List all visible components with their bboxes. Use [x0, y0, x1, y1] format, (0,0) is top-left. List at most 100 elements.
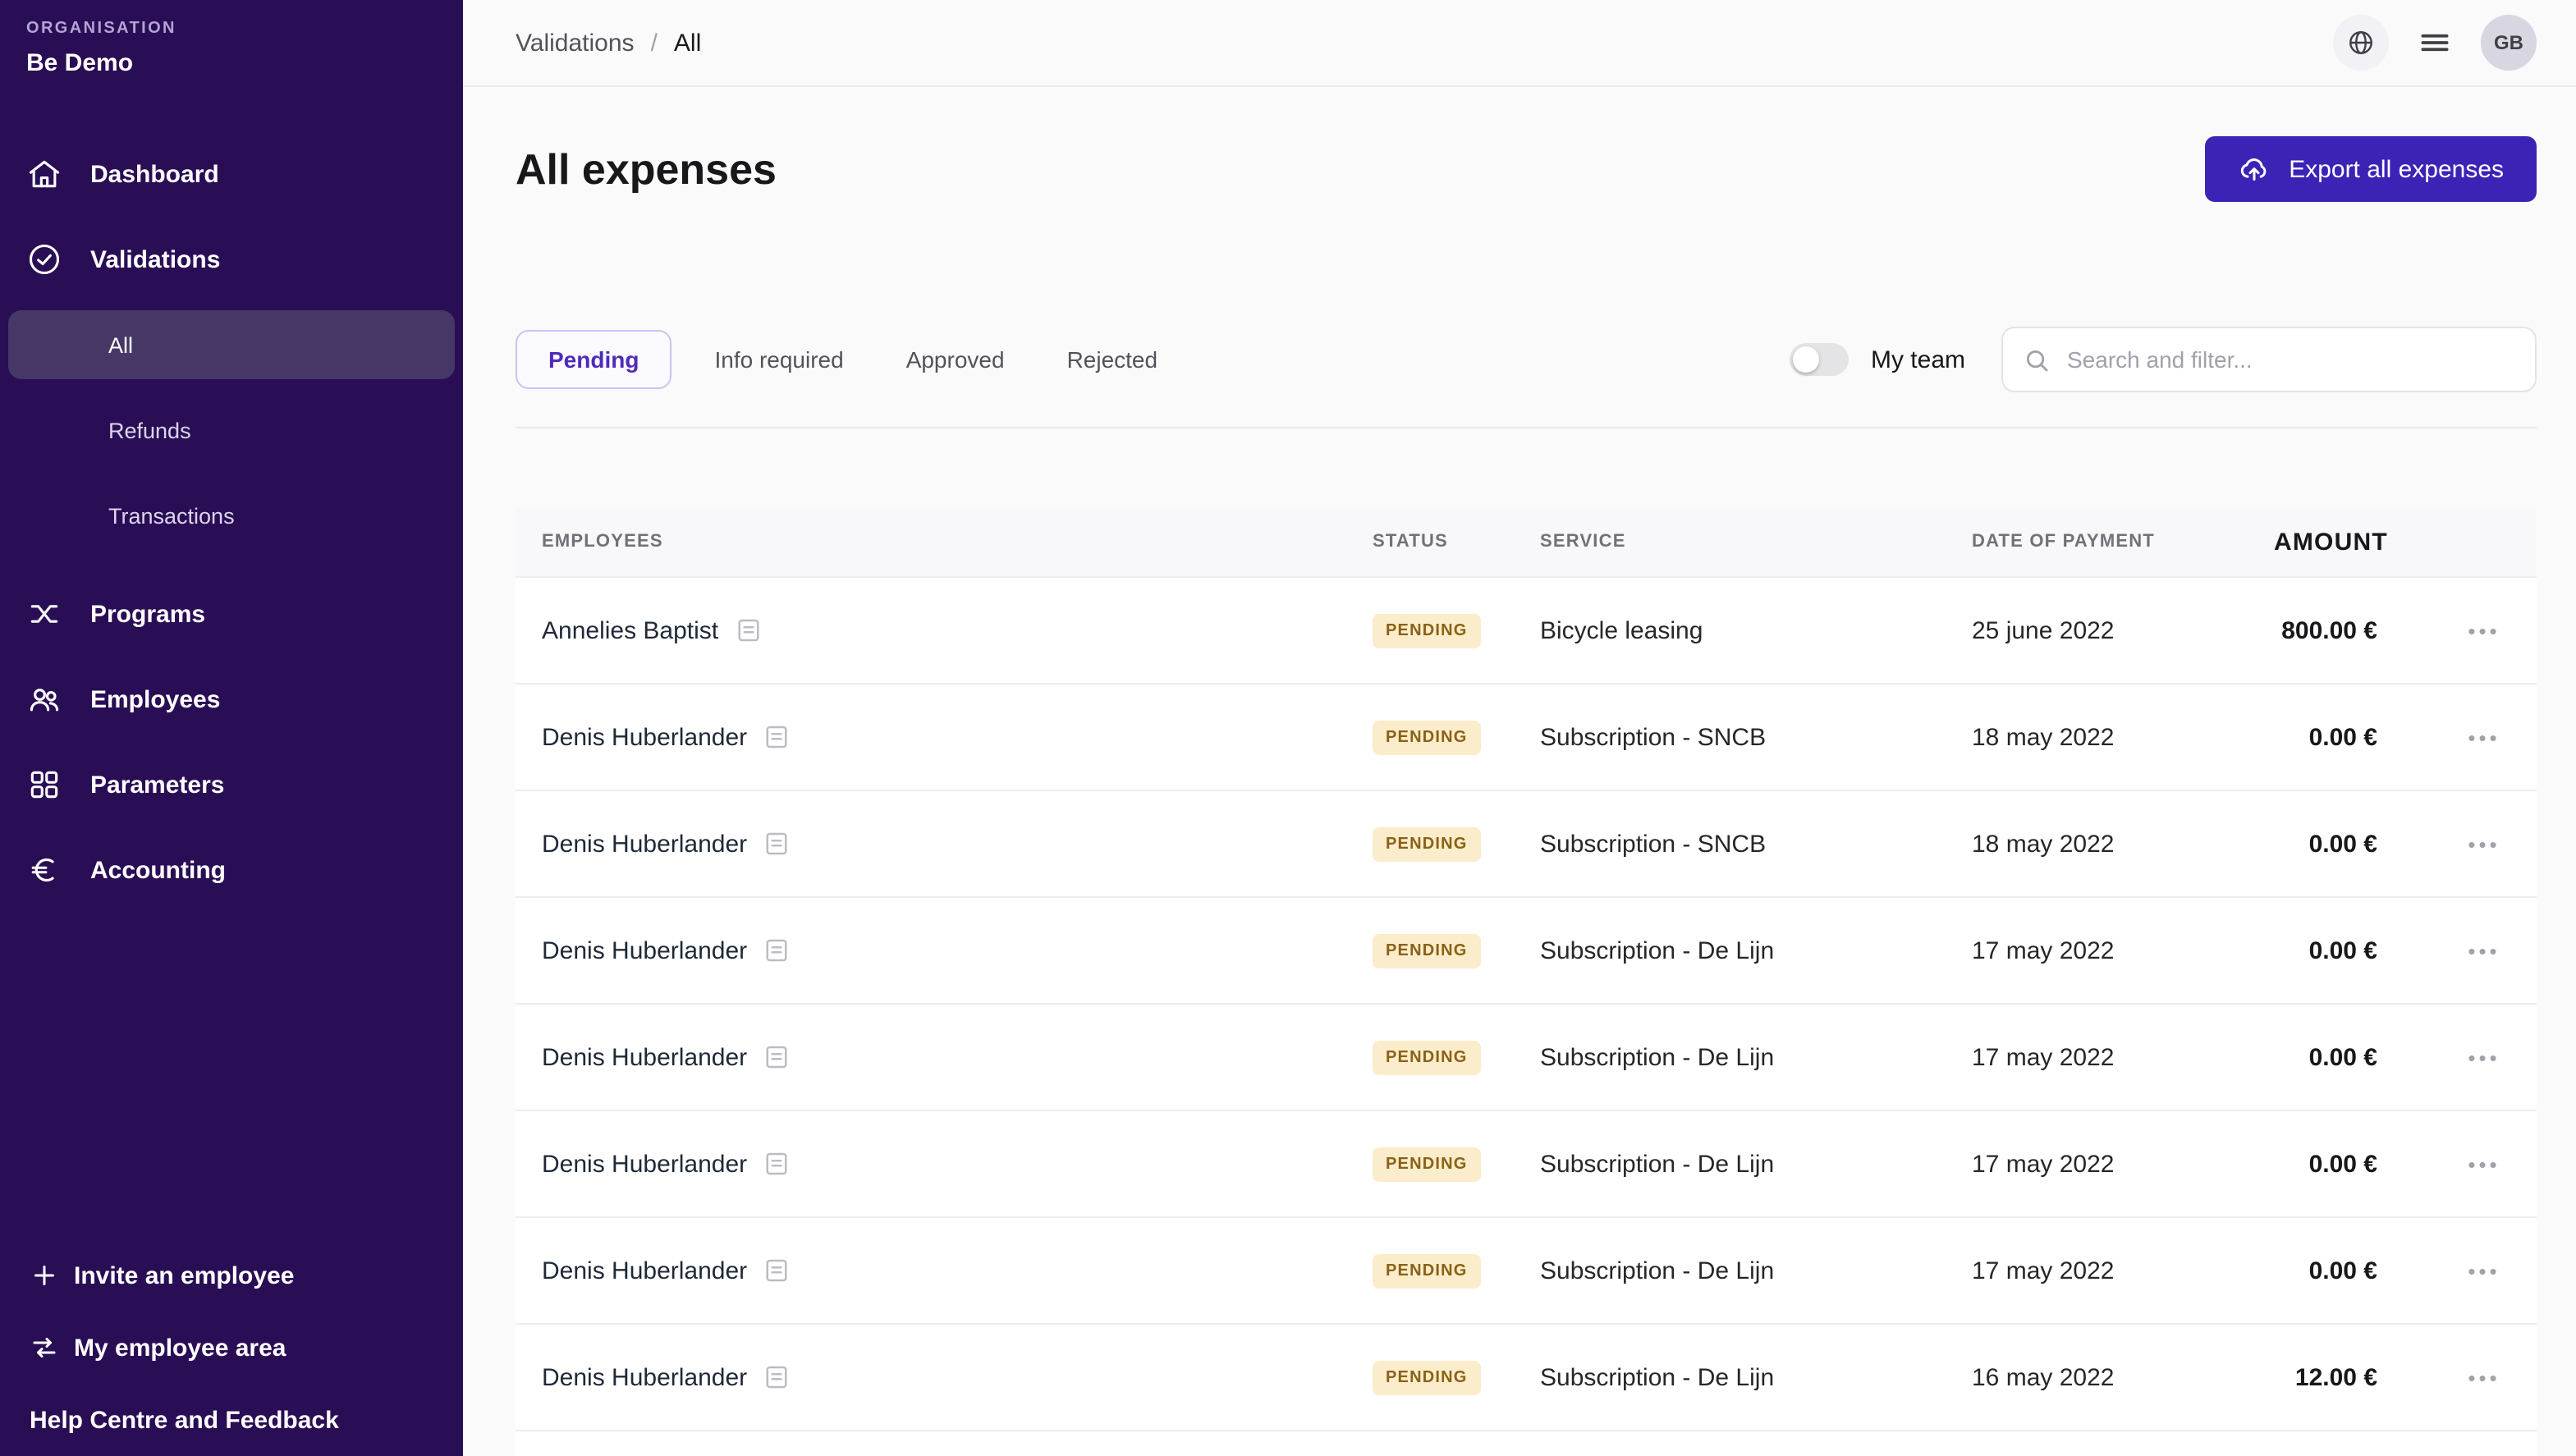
avatar[interactable]: GB [2481, 15, 2537, 71]
receipt-icon[interactable] [733, 616, 763, 645]
actions-cell: ••• [2432, 620, 2537, 641]
table-row[interactable]: Denis Huberlander PENDING Subscription -… [516, 1003, 2537, 1110]
column-header-service: Service [1514, 532, 1946, 552]
receipt-icon[interactable] [762, 829, 791, 858]
table-row[interactable]: Annelies Baptist PENDING Bicycle leasing… [516, 576, 2537, 683]
sidebar-item-parameters[interactable]: Parameters [0, 742, 463, 827]
date-cell: 17 may 2022 [1946, 1257, 2274, 1284]
my-team-toggle[interactable] [1790, 343, 1849, 376]
table-body: Annelies Baptist PENDING Bicycle leasing… [516, 576, 2537, 1430]
amount-cell: 12.00 € [2274, 1363, 2432, 1391]
employee-name: Denis Huberlander [542, 1257, 747, 1284]
breadcrumb-validations[interactable]: Validations [516, 29, 635, 57]
sidebar-item-all[interactable]: All [8, 310, 455, 379]
receipt-icon[interactable] [762, 1149, 791, 1179]
invite-employee-label: Invite an employee [74, 1261, 294, 1289]
employee-name: Annelies Baptist [542, 616, 718, 644]
amount-cell: 0.00 € [2274, 723, 2432, 751]
status-cell: PENDING [1346, 933, 1514, 968]
topbar-actions: GB [2333, 15, 2537, 71]
invite-employee-button[interactable]: Invite an employee [0, 1239, 463, 1312]
menu-hamburger-icon[interactable] [2417, 25, 2453, 61]
export-all-expenses-button[interactable]: Export all expenses [2205, 136, 2537, 202]
tab-approved[interactable]: Approved [906, 346, 1005, 373]
employee-name: Denis Huberlander [542, 1363, 747, 1391]
tab-info-required[interactable]: Info required [714, 346, 843, 373]
cloud-upload-icon [2238, 153, 2271, 185]
table-row[interactable]: Denis Huberlander PENDING Subscription -… [516, 1110, 2537, 1216]
row-actions-kebab-icon[interactable]: ••• [2468, 1046, 2500, 1068]
help-centre-button[interactable]: Help Centre and Feedback [0, 1384, 463, 1456]
breadcrumb-current: All [674, 29, 701, 57]
employee-name: Denis Huberlander [542, 1150, 747, 1178]
actions-cell: ••• [2432, 726, 2537, 748]
amount-cell: 0.00 € [2274, 1257, 2432, 1284]
table-row[interactable]: Denis Huberlander PENDING Subscription -… [516, 1216, 2537, 1323]
help-centre-label: Help Centre and Feedback [30, 1406, 339, 1434]
actions-cell: ••• [2432, 940, 2537, 961]
sidebar-item-label: Programs [90, 600, 205, 628]
toggle-knob [1794, 346, 1820, 373]
tab-pending[interactable]: Pending [516, 330, 672, 389]
status-cell: PENDING [1346, 826, 1514, 861]
programs-icon [26, 596, 62, 632]
language-globe-button[interactable] [2333, 15, 2389, 71]
employee-cell: Denis Huberlander [516, 1256, 1346, 1285]
row-actions-kebab-icon[interactable]: ••• [2468, 833, 2500, 854]
row-actions-kebab-icon[interactable]: ••• [2468, 620, 2500, 641]
date-cell: 17 may 2022 [1946, 936, 2274, 964]
employee-cell: Denis Huberlander [516, 936, 1346, 965]
actions-cell: ••• [2432, 833, 2537, 854]
tab-rejected[interactable]: Rejected [1067, 346, 1158, 373]
status-badge: PENDING [1373, 1360, 1481, 1394]
receipt-icon[interactable] [762, 1256, 791, 1285]
filter-row: Pending Info required Approved Rejected … [516, 327, 2537, 392]
sidebar-item-programs[interactable]: Programs [0, 571, 463, 657]
table-row[interactable]: Denis Huberlander PENDING Subscription -… [516, 896, 2537, 1003]
status-badge: PENDING [1373, 1040, 1481, 1074]
row-actions-kebab-icon[interactable]: ••• [2468, 726, 2500, 748]
table-row[interactable]: Denis Huberlander PENDING Subscription -… [516, 683, 2537, 790]
organisation-block: ORGANISATION Be Demo [0, 0, 463, 77]
filter-right: My team [1790, 327, 2537, 392]
table-row[interactable]: Denis Huberlander PENDING Subscription -… [516, 790, 2537, 896]
my-employee-area-button[interactable]: My employee area [0, 1312, 463, 1384]
row-actions-kebab-icon[interactable]: ••• [2468, 1153, 2500, 1174]
receipt-icon[interactable] [762, 722, 791, 752]
sidebar-item-label: Employees [90, 685, 220, 713]
switch-arrows-icon [30, 1333, 59, 1362]
employee-name: Denis Huberlander [542, 936, 747, 964]
page-header: All expenses Export all expenses [516, 136, 2537, 202]
row-actions-kebab-icon[interactable]: ••• [2468, 940, 2500, 961]
employee-cell: Denis Huberlander [516, 1362, 1346, 1392]
service-cell: Subscription - SNCB [1514, 830, 1946, 858]
amount-cell: 800.00 € [2274, 616, 2432, 644]
receipt-icon[interactable] [762, 1042, 791, 1072]
row-actions-kebab-icon[interactable]: ••• [2468, 1260, 2500, 1281]
table-row[interactable]: Denis Huberlander PENDING Subscription -… [516, 1323, 2537, 1430]
service-cell: Subscription - SNCB [1514, 723, 1946, 751]
actions-cell: ••• [2432, 1260, 2537, 1281]
sidebar-item-dashboard[interactable]: Dashboard [0, 131, 463, 217]
receipt-icon[interactable] [762, 1362, 791, 1392]
employee-cell: Denis Huberlander [516, 722, 1346, 752]
expenses-table: Employees Status Service Date of payment… [516, 507, 2537, 1456]
search-input[interactable] [2064, 345, 2515, 374]
sidebar-footer: Invite an employee My employee area Help… [0, 1239, 463, 1456]
row-actions-kebab-icon[interactable]: ••• [2468, 1367, 2500, 1388]
receipt-icon[interactable] [762, 936, 791, 965]
sidebar-item-refunds[interactable]: Refunds [0, 387, 463, 473]
sidebar-item-transactions[interactable]: Transactions [0, 473, 463, 558]
sidebar-item-label: Dashboard [90, 160, 219, 188]
sidebar-item-validations[interactable]: Validations [0, 217, 463, 302]
breadcrumb-separator: / [651, 29, 658, 57]
table-header: Employees Status Service Date of payment… [516, 507, 2537, 576]
sidebar-item-employees[interactable]: Employees [0, 657, 463, 742]
actions-cell: ••• [2432, 1153, 2537, 1174]
service-cell: Subscription - De Lijn [1514, 1257, 1946, 1284]
check-circle-icon [26, 241, 62, 277]
sidebar-item-accounting[interactable]: Accounting [0, 827, 463, 913]
status-cell: PENDING [1346, 720, 1514, 754]
sidebar: ORGANISATION Be Demo Dashboard Validatio… [0, 0, 463, 1456]
actions-cell: ••• [2432, 1367, 2537, 1388]
